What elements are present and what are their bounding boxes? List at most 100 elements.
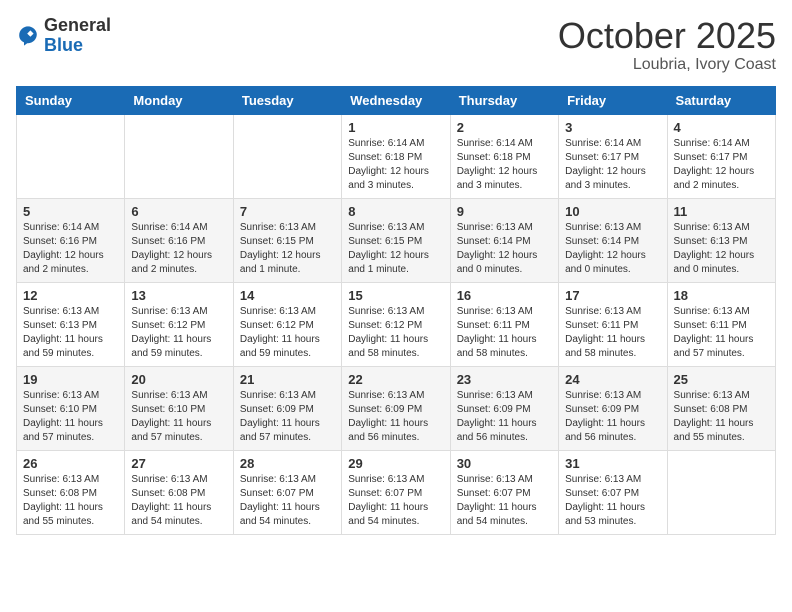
calendar-cell: 10 Sunrise: 6:13 AM Sunset: 6:14 PM Dayli… [559, 198, 667, 282]
calendar-cell: 27 Sunrise: 6:13 AM Sunset: 6:08 PM Dayli… [125, 450, 233, 534]
day-info: Sunrise: 6:13 AM Sunset: 6:08 PM Dayligh… [674, 389, 769, 445]
day-number: 12 [23, 288, 118, 303]
day-info: Sunrise: 6:14 AM Sunset: 6:18 PM Dayligh… [457, 137, 552, 193]
title-block: October 2025 Loubria, Ivory Coast [558, 16, 776, 74]
page-header: General Blue October 2025 Loubria, Ivory… [16, 16, 776, 74]
calendar-week-2: 5 Sunrise: 6:14 AM Sunset: 6:16 PM Daylig… [17, 198, 776, 282]
day-number: 4 [674, 120, 769, 135]
day-info: Sunrise: 6:13 AM Sunset: 6:14 PM Dayligh… [565, 221, 660, 277]
calendar-week-4: 19 Sunrise: 6:13 AM Sunset: 6:10 PM Dayli… [17, 366, 776, 450]
day-number: 25 [674, 372, 769, 387]
day-number: 7 [240, 204, 335, 219]
calendar-week-3: 12Sunrise: 6:13 AM Sunset: 6:13 PM Dayli… [17, 282, 776, 366]
calendar-cell: 5 Sunrise: 6:14 AM Sunset: 6:16 PM Daylig… [17, 198, 125, 282]
day-number: 17 [565, 288, 660, 303]
day-info: Sunrise: 6:13 AM Sunset: 6:12 PM Dayligh… [348, 305, 443, 361]
logo-icon [16, 24, 40, 48]
day-info: Sunrise: 6:13 AM Sunset: 6:11 PM Dayligh… [457, 305, 552, 361]
calendar-cell: 3Sunrise: 6:14 AM Sunset: 6:17 PM Daylig… [559, 114, 667, 198]
day-number: 13 [131, 288, 226, 303]
day-number: 24 [565, 372, 660, 387]
calendar-cell: 13 Sunrise: 6:13 AM Sunset: 6:12 PM Dayli… [125, 282, 233, 366]
calendar-cell: 30 Sunrise: 6:13 AM Sunset: 6:07 PM Dayli… [450, 450, 558, 534]
weekday-header-thursday: Thursday [450, 86, 558, 114]
day-info: Sunrise: 6:13 AM Sunset: 6:10 PM Dayligh… [23, 389, 118, 445]
calendar-cell: 22 Sunrise: 6:13 AM Sunset: 6:09 PM Dayli… [342, 366, 450, 450]
calendar-cell: 21Sunrise: 6:13 AM Sunset: 6:09 PM Dayli… [233, 366, 341, 450]
day-number: 3 [565, 120, 660, 135]
calendar-cell: 23 Sunrise: 6:13 AM Sunset: 6:09 PM Dayli… [450, 366, 558, 450]
calendar-cell: 8Sunrise: 6:13 AM Sunset: 6:15 PM Daylig… [342, 198, 450, 282]
calendar-cell [233, 114, 341, 198]
day-info: Sunrise: 6:13 AM Sunset: 6:09 PM Dayligh… [348, 389, 443, 445]
calendar-cell: 19 Sunrise: 6:13 AM Sunset: 6:10 PM Dayli… [17, 366, 125, 450]
calendar-cell [125, 114, 233, 198]
calendar-week-5: 26 Sunrise: 6:13 AM Sunset: 6:08 PM Dayli… [17, 450, 776, 534]
day-number: 2 [457, 120, 552, 135]
day-number: 1 [348, 120, 443, 135]
calendar-cell: 18 Sunrise: 6:13 AM Sunset: 6:11 PM Dayli… [667, 282, 775, 366]
calendar-cell: 2 Sunrise: 6:14 AM Sunset: 6:18 PM Daylig… [450, 114, 558, 198]
day-info: Sunrise: 6:14 AM Sunset: 6:17 PM Dayligh… [674, 137, 769, 193]
day-info: Sunrise: 6:13 AM Sunset: 6:08 PM Dayligh… [131, 473, 226, 529]
calendar-cell: 28 Sunrise: 6:13 AM Sunset: 6:07 PM Dayli… [233, 450, 341, 534]
day-info: Sunrise: 6:13 AM Sunset: 6:11 PM Dayligh… [565, 305, 660, 361]
calendar-cell: 17 Sunrise: 6:13 AM Sunset: 6:11 PM Dayli… [559, 282, 667, 366]
day-number: 18 [674, 288, 769, 303]
day-number: 15 [348, 288, 443, 303]
weekday-header-friday: Friday [559, 86, 667, 114]
calendar-cell: 12Sunrise: 6:13 AM Sunset: 6:13 PM Dayli… [17, 282, 125, 366]
day-info: Sunrise: 6:13 AM Sunset: 6:09 PM Dayligh… [565, 389, 660, 445]
calendar-cell: 29Sunrise: 6:13 AM Sunset: 6:07 PM Dayli… [342, 450, 450, 534]
calendar-cell [667, 450, 775, 534]
day-number: 19 [23, 372, 118, 387]
calendar-cell [17, 114, 125, 198]
day-info: Sunrise: 6:13 AM Sunset: 6:14 PM Dayligh… [457, 221, 552, 277]
day-info: Sunrise: 6:13 AM Sunset: 6:09 PM Dayligh… [457, 389, 552, 445]
day-number: 31 [565, 456, 660, 471]
day-number: 10 [565, 204, 660, 219]
calendar-cell: 26 Sunrise: 6:13 AM Sunset: 6:08 PM Dayli… [17, 450, 125, 534]
month-title: October 2025 [558, 16, 776, 56]
day-number: 26 [23, 456, 118, 471]
calendar-cell: 25 Sunrise: 6:13 AM Sunset: 6:08 PM Dayli… [667, 366, 775, 450]
day-number: 16 [457, 288, 552, 303]
weekday-header-sunday: Sunday [17, 86, 125, 114]
calendar-cell: 7Sunrise: 6:13 AM Sunset: 6:15 PM Daylig… [233, 198, 341, 282]
day-number: 28 [240, 456, 335, 471]
day-info: Sunrise: 6:13 AM Sunset: 6:07 PM Dayligh… [240, 473, 335, 529]
logo-general-text: General [44, 15, 111, 35]
day-info: Sunrise: 6:13 AM Sunset: 6:11 PM Dayligh… [674, 305, 769, 361]
day-number: 27 [131, 456, 226, 471]
calendar-cell: 24 Sunrise: 6:13 AM Sunset: 6:09 PM Dayli… [559, 366, 667, 450]
day-number: 23 [457, 372, 552, 387]
day-number: 30 [457, 456, 552, 471]
day-number: 5 [23, 204, 118, 219]
day-info: Sunrise: 6:14 AM Sunset: 6:18 PM Dayligh… [348, 137, 443, 193]
calendar-cell: 20Sunrise: 6:13 AM Sunset: 6:10 PM Dayli… [125, 366, 233, 450]
calendar-cell: 11Sunrise: 6:13 AM Sunset: 6:13 PM Dayli… [667, 198, 775, 282]
day-number: 29 [348, 456, 443, 471]
calendar-cell: 6Sunrise: 6:14 AM Sunset: 6:16 PM Daylig… [125, 198, 233, 282]
day-number: 22 [348, 372, 443, 387]
day-info: Sunrise: 6:13 AM Sunset: 6:07 PM Dayligh… [565, 473, 660, 529]
weekday-header-tuesday: Tuesday [233, 86, 341, 114]
day-info: Sunrise: 6:13 AM Sunset: 6:07 PM Dayligh… [457, 473, 552, 529]
calendar-table: SundayMondayTuesdayWednesdayThursdayFrid… [16, 86, 776, 535]
calendar-cell: 9 Sunrise: 6:13 AM Sunset: 6:14 PM Daylig… [450, 198, 558, 282]
calendar-cell: 4 Sunrise: 6:14 AM Sunset: 6:17 PM Daylig… [667, 114, 775, 198]
calendar-cell: 16 Sunrise: 6:13 AM Sunset: 6:11 PM Dayli… [450, 282, 558, 366]
day-number: 8 [348, 204, 443, 219]
weekday-header-wednesday: Wednesday [342, 86, 450, 114]
calendar-week-1: 1 Sunrise: 6:14 AM Sunset: 6:18 PM Daylig… [17, 114, 776, 198]
day-info: Sunrise: 6:13 AM Sunset: 6:10 PM Dayligh… [131, 389, 226, 445]
day-info: Sunrise: 6:13 AM Sunset: 6:08 PM Dayligh… [23, 473, 118, 529]
logo: General Blue [16, 16, 111, 56]
day-info: Sunrise: 6:13 AM Sunset: 6:12 PM Dayligh… [131, 305, 226, 361]
day-info: Sunrise: 6:13 AM Sunset: 6:13 PM Dayligh… [674, 221, 769, 277]
day-info: Sunrise: 6:14 AM Sunset: 6:16 PM Dayligh… [23, 221, 118, 277]
day-number: 9 [457, 204, 552, 219]
day-info: Sunrise: 6:13 AM Sunset: 6:12 PM Dayligh… [240, 305, 335, 361]
calendar-cell: 31 Sunrise: 6:13 AM Sunset: 6:07 PM Dayli… [559, 450, 667, 534]
calendar-cell: 14Sunrise: 6:13 AM Sunset: 6:12 PM Dayli… [233, 282, 341, 366]
